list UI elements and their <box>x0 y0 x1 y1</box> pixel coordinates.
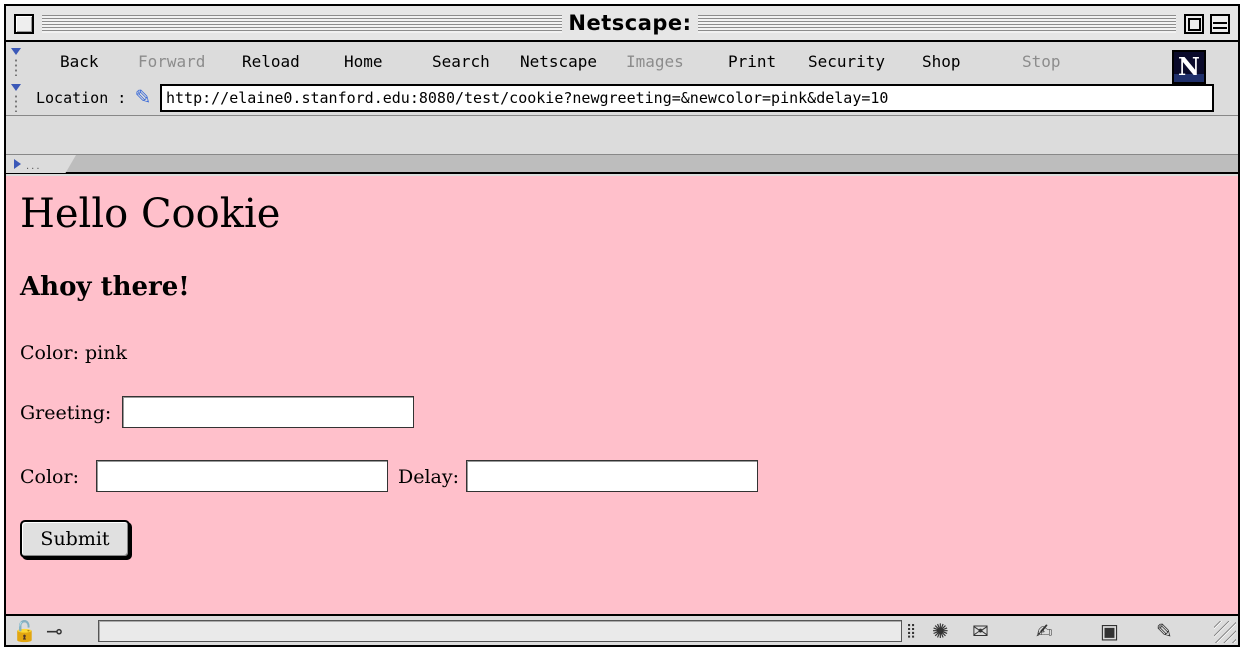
delay-label: Delay: <box>398 466 460 488</box>
netscape-logo-icon[interactable]: N <box>1172 50 1206 84</box>
personal-toolbar-tab[interactable]: ··· <box>6 155 76 173</box>
lock-icon[interactable]: 🔓 <box>12 619 37 643</box>
browser-window: Netscape: Back Forward Reload Home Searc… <box>4 4 1240 647</box>
greeting-label: Greeting: <box>20 402 112 424</box>
submit-button[interactable]: Submit <box>20 520 130 558</box>
address-book-icon[interactable]: ▣ <box>1100 619 1119 643</box>
zoom-box-icon[interactable] <box>1184 14 1204 34</box>
delay-input[interactable] <box>466 460 758 492</box>
location-label: Location : <box>36 89 127 107</box>
edit-icon[interactable]: ✎ <box>1156 619 1173 643</box>
images-button[interactable]: Images <box>626 48 684 76</box>
security-button[interactable]: Security <box>808 48 885 76</box>
reload-button[interactable]: Reload <box>242 48 300 76</box>
home-button[interactable]: Home <box>344 48 383 76</box>
close-box-icon[interactable] <box>14 14 34 34</box>
personal-toolbar: ··· <box>6 154 1238 174</box>
composer-icon[interactable]: ✍ <box>1036 619 1053 643</box>
stop-button[interactable]: Stop <box>1022 48 1061 76</box>
current-color-text: Color: pink <box>20 342 128 364</box>
status-message-field <box>98 620 902 642</box>
mail-icon[interactable]: ✉ <box>972 619 989 643</box>
back-button[interactable]: Back <box>60 48 99 76</box>
ellipsis-icon: ··· <box>26 164 42 175</box>
navigator-icon[interactable]: ✺ <box>932 619 949 643</box>
color-label: Color: <box>20 466 79 488</box>
collapse-box-icon[interactable] <box>1210 14 1230 34</box>
print-button[interactable]: Print <box>728 48 776 76</box>
connection-icon[interactable]: ⊸ <box>46 619 63 643</box>
location-collapse-grip-icon[interactable] <box>8 82 24 112</box>
page-proxy-icon[interactable]: ✎ <box>130 84 156 110</box>
search-button[interactable]: Search <box>432 48 490 76</box>
location-url-field[interactable]: http://elaine0.stanford.edu:8080/test/co… <box>160 84 1214 112</box>
status-bar: 🔓 ⊸ ⣿ ✺ ✉ ✍ ▣ ✎ <box>6 614 1238 645</box>
expand-triangle-icon <box>14 159 21 169</box>
forward-button[interactable]: Forward <box>138 48 205 76</box>
page-content: Hello Cookie Ahoy there! Color: pink Gre… <box>6 176 1238 614</box>
resize-icon[interactable] <box>1214 621 1236 643</box>
location-toolbar: Location : ✎ http://elaine0.stanford.edu… <box>6 82 1238 116</box>
shop-button[interactable]: Shop <box>922 48 961 76</box>
greeting-heading: Ahoy there! <box>20 272 190 302</box>
netscape-button[interactable]: Netscape <box>520 48 597 76</box>
page-heading: Hello Cookie <box>20 191 281 237</box>
title-bar[interactable]: Netscape: <box>6 6 1238 42</box>
toolbar-collapse-grip-icon[interactable] <box>8 46 24 76</box>
window-title: Netscape: <box>562 10 698 36</box>
color-input[interactable] <box>96 460 388 492</box>
greeting-input[interactable] <box>122 396 414 428</box>
online-icon[interactable]: ⣿ <box>906 619 916 643</box>
navigation-toolbar: Back Forward Reload Home Search Netscape… <box>6 44 1238 116</box>
